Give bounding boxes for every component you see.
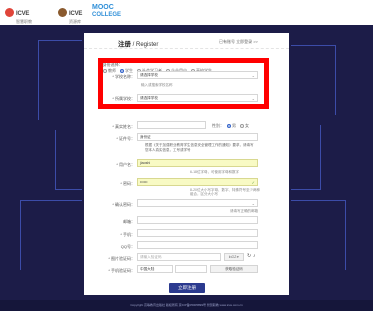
notice-text: 根据《关于加强职业教育学生信息安全管理工作的通知》要求，请填写您本人真实信息，工… [145,143,254,152]
sms-code-input[interactable] [175,265,207,273]
screenshot: ICVE 智慧职教 ICVE 资源库 MOOC COLLEGE 注册 / Reg… [0,0,373,311]
qq-input[interactable] [137,241,258,249]
mooc-college-logo[interactable]: MOOC COLLEGE [92,4,122,20]
captcha-image[interactable]: kG2e [224,253,244,261]
highlight-box [98,58,269,109]
id-input[interactable]: 身份证 [137,133,258,141]
phone-input[interactable] [137,229,258,237]
register-submit-button[interactable]: 立即注册 [169,283,205,293]
email-label: 邮箱： [123,219,135,224]
decor-line-right-1 [291,45,336,115]
check-icon: ✓ [251,180,255,185]
page-title: 注册 / Register [118,38,158,48]
icve-logo[interactable]: ICVE 智慧职教 [5,5,32,23]
account-input[interactable]: jiaoshi [137,159,258,167]
radio-icon [240,124,244,128]
confirm-password-label: * 确认密码： [112,202,135,207]
gender-option-female[interactable]: 女 [240,123,249,129]
sms-label: * 手机验证码： [108,268,135,273]
decor-line-left-1 [38,40,82,120]
college-logo-text: COLLEGE [92,12,122,18]
country-select[interactable]: 中国大陆 [137,265,173,273]
decor-line-right-2 [291,125,321,190]
captcha-label: * 图片验证码： [108,256,135,261]
gender-label: 性别： [212,123,224,128]
password-value: •••••• [140,180,148,184]
refresh-icon[interactable]: ↻ [247,253,251,259]
chevron-down-icon: ⌄ [251,201,255,206]
phone-label: * 手机： [120,232,135,237]
radio-label: 男 [232,123,236,128]
account-label: * 用户名： [116,162,135,167]
radio-selected-icon [227,124,231,128]
account-value: jiaoshi [140,161,151,165]
realname-input[interactable] [137,121,206,129]
qq-label: QQ号： [120,244,135,249]
country-value: 中国大陆 [140,267,155,271]
realname-label: * 真实姓名： [112,124,135,129]
top-bar: ICVE 智慧职教 ICVE 资源库 MOOC COLLEGE [0,0,373,25]
account-hint: 6-18位字母，可使用字母和数字 [190,170,240,174]
id-label: * 证件号： [116,136,135,141]
email-input[interactable] [137,216,258,224]
login-link[interactable]: 已有账号 立即登录 >> [219,39,258,45]
resource-logo-icon [58,8,67,17]
radio-label: 女 [245,123,249,128]
footer-copyright: Copyright 高等教育出版社 版权所有 京ICP备05005899号 智慧… [130,303,243,307]
decor-line-left-2 [55,130,82,190]
captcha-input[interactable]: 请输入验证码 [137,253,221,261]
icve-logo-icon [5,8,14,17]
password-hint: 8-20位大小写字母、数字、特殊符号至少两种组合，区分大小写 [190,188,261,196]
icve-resource-logo[interactable]: ICVE 资源库 [58,5,83,23]
confirm-password-input[interactable]: ⌄ [137,199,258,207]
password-input[interactable]: •••••• ✓ [137,178,258,186]
mooc-logo-text: MOOC [92,4,114,11]
decor-line-left-3 [20,200,82,270]
resource-logo-text: ICVE [69,10,83,17]
icve-logo-subtext: 智慧职教 [16,18,32,24]
decor-line-right-3 [291,200,346,270]
title-cn: 注册 [118,41,131,48]
gender-option-male[interactable]: 男 [227,123,236,129]
email-hint: 请填写正确的邮箱 [230,209,258,213]
footer: Copyright 高等教育出版社 版权所有 京ICP备05005899号 智慧… [0,300,373,311]
audio-icon[interactable]: ♪ [253,253,256,259]
gender-group: 性别： 男 女 [212,123,253,129]
password-label: * 密码： [120,181,135,186]
id-type-value: 身份证 [140,135,151,139]
resource-logo-subtext: 资源库 [69,18,81,24]
captcha-placeholder: 请输入验证码 [140,255,162,259]
icve-logo-text: ICVE [16,10,30,17]
get-sms-code-button[interactable]: 获取验证码 [210,265,258,273]
title-divider [84,48,289,49]
